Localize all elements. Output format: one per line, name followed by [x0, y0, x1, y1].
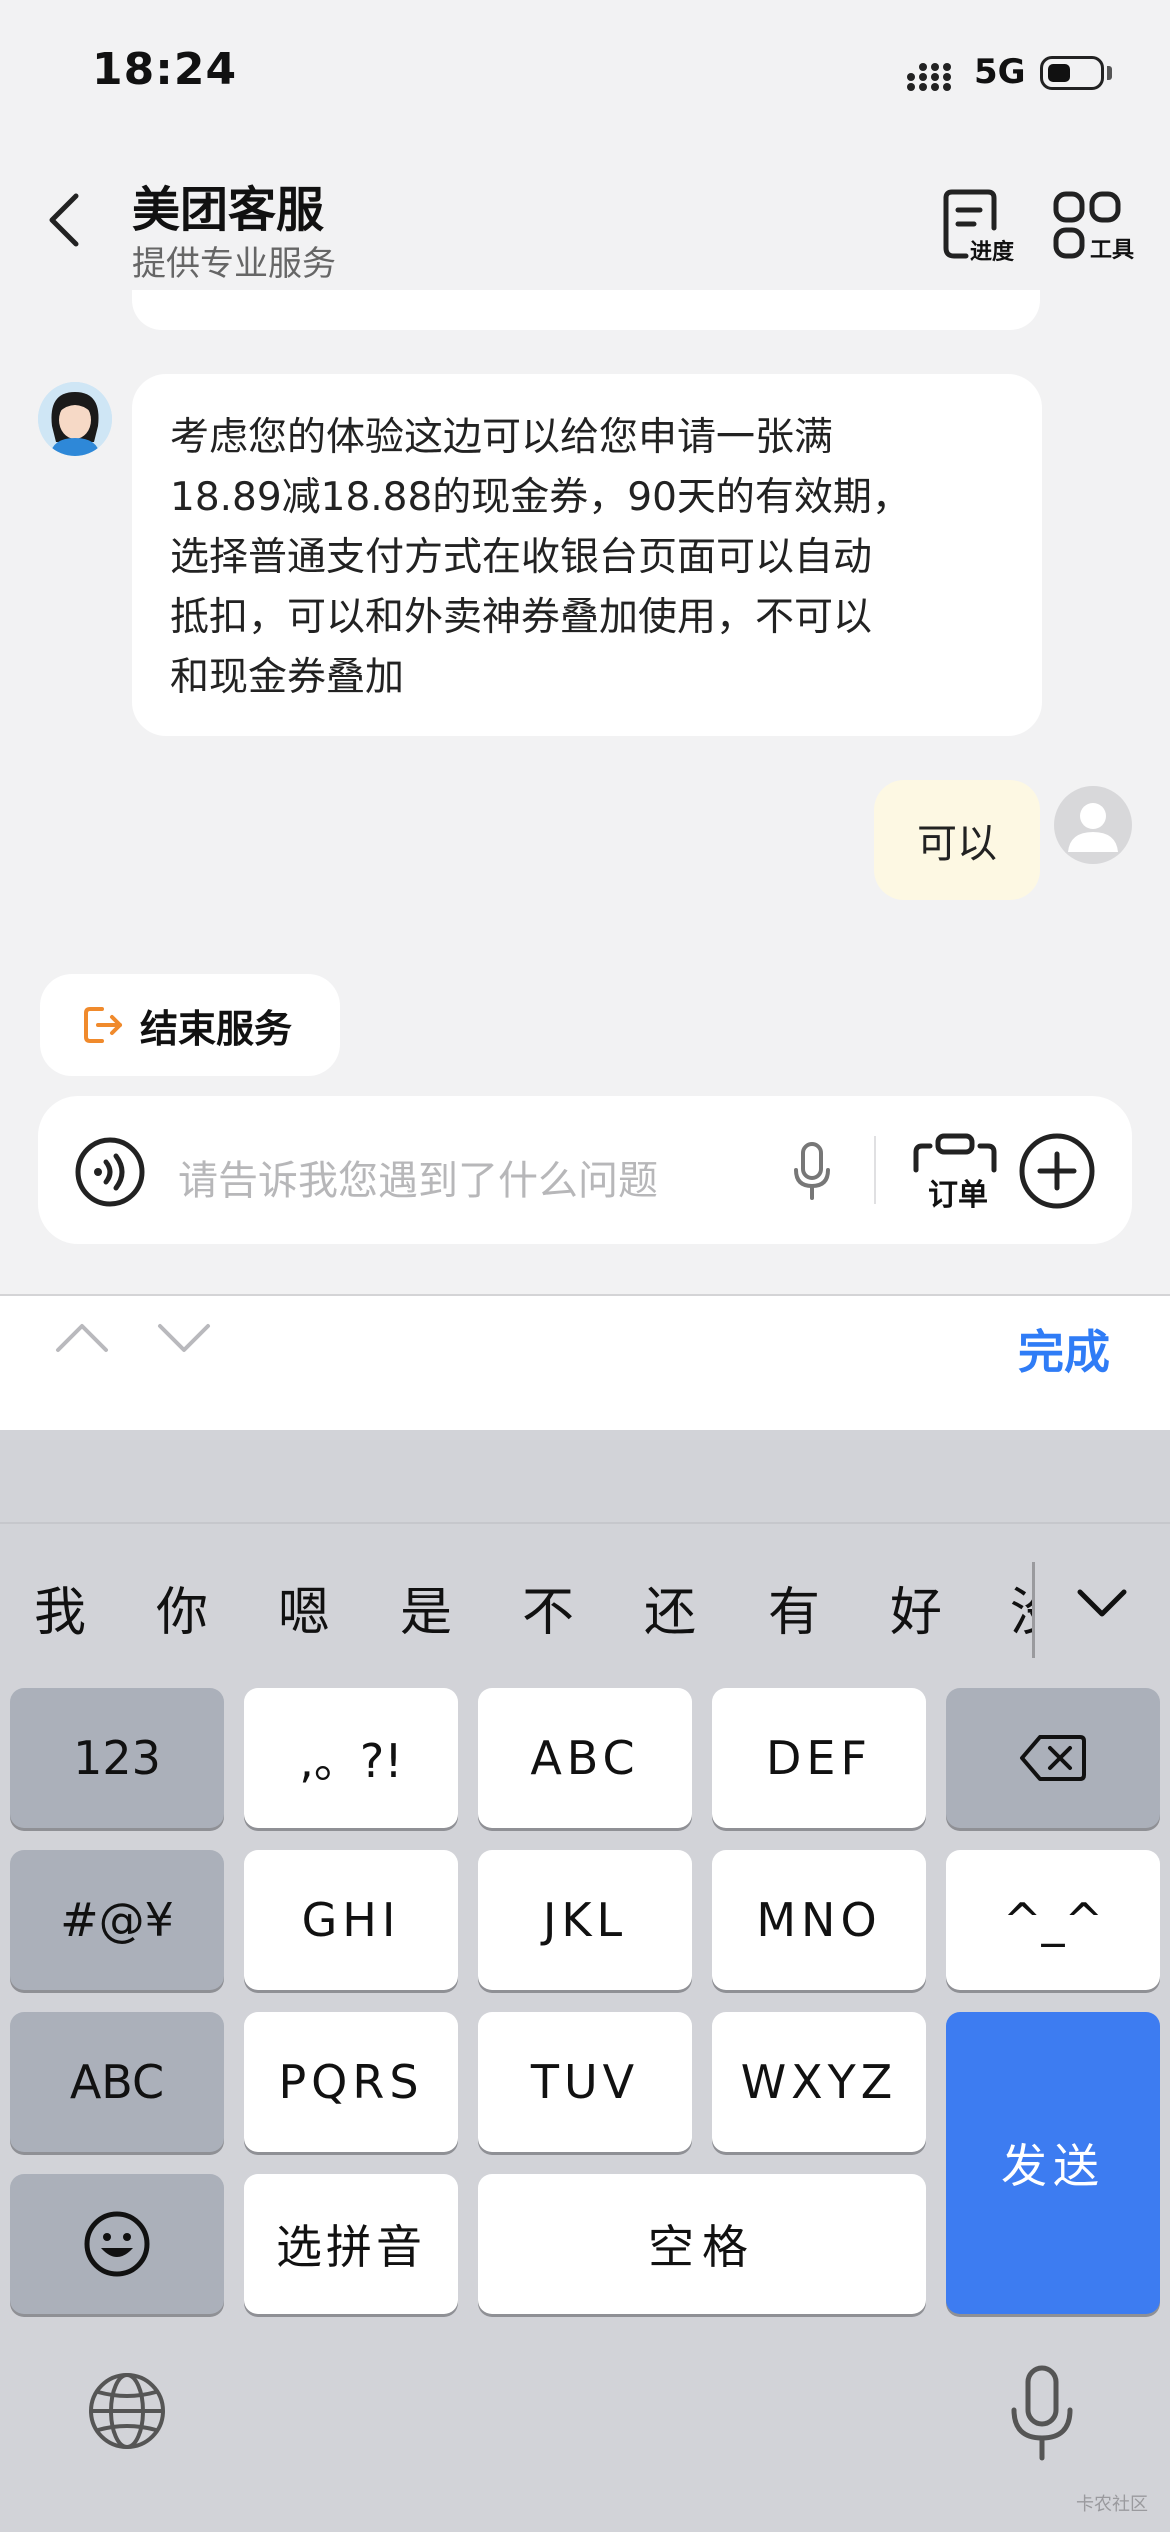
exit-icon — [84, 1007, 122, 1043]
message-input-placeholder[interactable]: 请告诉我您遇到了什么问题 — [178, 1148, 658, 1206]
candidate-word[interactable]: 嗯 — [278, 1570, 330, 1645]
user-message-bubble: 可以 — [874, 780, 1040, 900]
key-abc[interactable]: ABC — [478, 1688, 692, 1828]
candidate-word[interactable]: 是 — [400, 1570, 452, 1645]
status-time: 18:24 — [92, 44, 238, 95]
candidate-divider — [0, 1522, 1170, 1524]
candidate-word[interactable]: 你 — [156, 1570, 208, 1645]
candidate-word[interactable]: 好 — [890, 1570, 942, 1645]
agent-message-line: 选择普通支付方式在收银台页面可以自动 — [170, 535, 873, 580]
battery-tip — [1107, 66, 1112, 80]
page-subtitle: 提供专业服务 — [132, 244, 336, 284]
battery-icon — [1040, 56, 1104, 90]
done-button[interactable]: 完成 — [1018, 1316, 1110, 1382]
agent-message-line: 18.89减18.88的现金券，90天的有效期， — [170, 475, 911, 520]
expand-candidates-icon[interactable] — [1076, 1586, 1128, 1620]
back-arrow-icon[interactable] — [44, 190, 86, 250]
watermark: 卡农社区 — [1076, 2494, 1148, 2515]
agent-message-line: 考虑您的体验这边可以给您申请一张满 — [170, 415, 834, 460]
chevron-down-icon[interactable] — [156, 1320, 212, 1356]
backspace-icon — [1020, 1735, 1086, 1781]
agent-message-line: 抵扣，可以和外卖神券叠加使用，不可以 — [170, 595, 873, 640]
network-type: 5G — [974, 52, 1026, 92]
end-service-button[interactable]: 结束服务 — [40, 974, 340, 1076]
agent-message-line: 和现金券叠加 — [170, 655, 405, 700]
dictation-microphone-icon[interactable] — [1008, 2364, 1076, 2464]
emoji-icon — [84, 2211, 150, 2277]
tools-button[interactable]: 工具 — [1052, 190, 1142, 280]
key-wxyz[interactable]: WXYZ — [712, 2012, 926, 2152]
microphone-icon[interactable] — [790, 1140, 834, 1202]
candidate-word[interactable]: 没 — [1010, 1570, 1032, 1645]
candidate-word[interactable]: 有 — [768, 1570, 820, 1645]
input-divider — [874, 1136, 876, 1204]
end-service-label: 结束服务 — [140, 1006, 293, 1051]
plus-icon[interactable] — [1018, 1132, 1096, 1210]
progress-button[interactable]: 进度 — [936, 186, 1026, 276]
key-tuv[interactable]: TUV — [478, 2012, 692, 2152]
key-jkl[interactable]: JKL — [478, 1850, 692, 1990]
key-pqrs[interactable]: PQRS — [244, 2012, 458, 2152]
globe-icon[interactable] — [86, 2370, 168, 2452]
tools-label: 工具 — [1090, 238, 1135, 263]
order-label[interactable]: 订单 — [928, 1170, 988, 1214]
candidate-scroll-edge — [1032, 1562, 1035, 1658]
agent-message-bubble: 考虑您的体验这边可以给您申请一张满 18.89减18.88的现金券，90天的有效… — [132, 374, 1042, 736]
user-avatar — [1054, 786, 1132, 864]
progress-label: 进度 — [970, 240, 1015, 265]
candidate-word[interactable]: 不 — [522, 1570, 574, 1645]
page-title: 美团客服 — [132, 182, 325, 238]
keyboard-accessory-bar — [0, 1294, 1170, 1432]
cellular-signal-icon — [907, 63, 951, 91]
key-ghi[interactable]: GHI — [244, 1850, 458, 1990]
key-123[interactable]: 123 — [10, 1688, 224, 1828]
space-key[interactable]: 空格 — [478, 2174, 926, 2314]
candidate-word[interactable]: 还 — [644, 1570, 696, 1645]
key-def[interactable]: DEF — [712, 1688, 926, 1828]
emoji-key[interactable] — [10, 2174, 224, 2314]
backspace-key[interactable] — [946, 1688, 1160, 1828]
key-mno[interactable]: MNO — [712, 1850, 926, 1990]
key-pinyin[interactable]: 选拼音 — [244, 2174, 458, 2314]
candidate-word[interactable]: 我 — [34, 1570, 86, 1645]
agent-avatar — [38, 382, 112, 456]
key-punctuation[interactable]: ,。?! — [244, 1688, 458, 1828]
key-kaomoji[interactable]: ^_^ — [946, 1850, 1160, 1990]
chevron-up-icon[interactable] — [54, 1318, 110, 1354]
send-key[interactable]: 发送 — [946, 2012, 1160, 2314]
previous-message-bubble — [132, 290, 1040, 330]
key-symbols[interactable]: #@¥ — [10, 1850, 224, 1990]
voice-mode-icon[interactable] — [74, 1136, 146, 1208]
key-abc-mode[interactable]: ABC — [10, 2012, 224, 2152]
